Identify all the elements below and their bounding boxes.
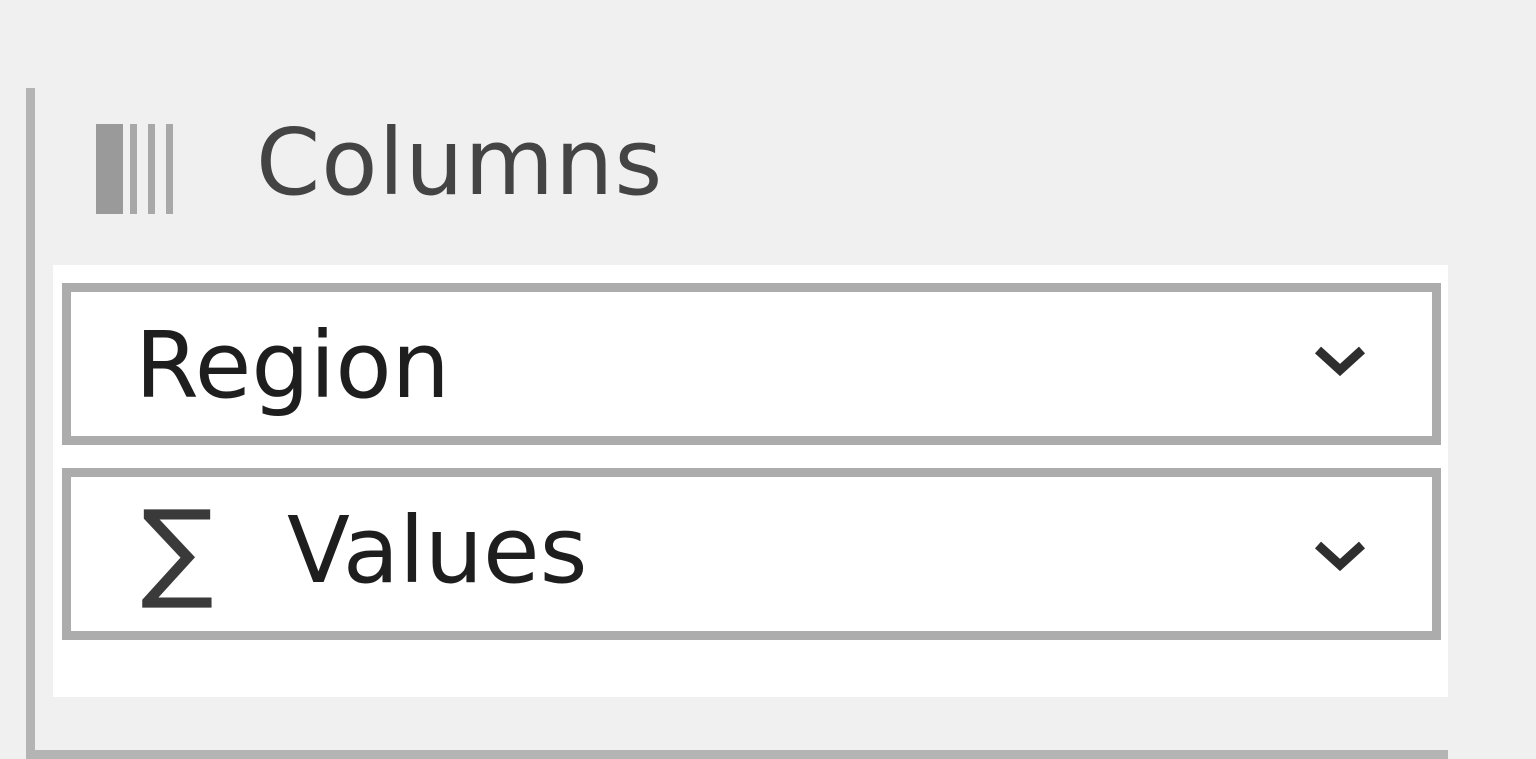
field-label-values: Values [287, 497, 588, 604]
field-label-region: Region [135, 312, 450, 419]
sigma-icon: ∑ [141, 488, 214, 613]
columns-drop-area[interactable]: Region ∑ Values [53, 265, 1448, 697]
columns-area-header: Columns [96, 108, 663, 218]
chevron-down-icon[interactable] [1312, 344, 1368, 378]
pane-bottom-divider [26, 750, 1448, 759]
field-region[interactable]: Region [62, 283, 1441, 445]
pane-left-divider [26, 88, 35, 759]
chevron-down-icon[interactable] [1312, 539, 1368, 573]
pivot-field-list-pane: Columns Region ∑ Values [0, 0, 1536, 759]
field-values[interactable]: ∑ Values [62, 468, 1441, 640]
columns-icon [96, 118, 178, 214]
columns-area-title: Columns [256, 109, 664, 216]
